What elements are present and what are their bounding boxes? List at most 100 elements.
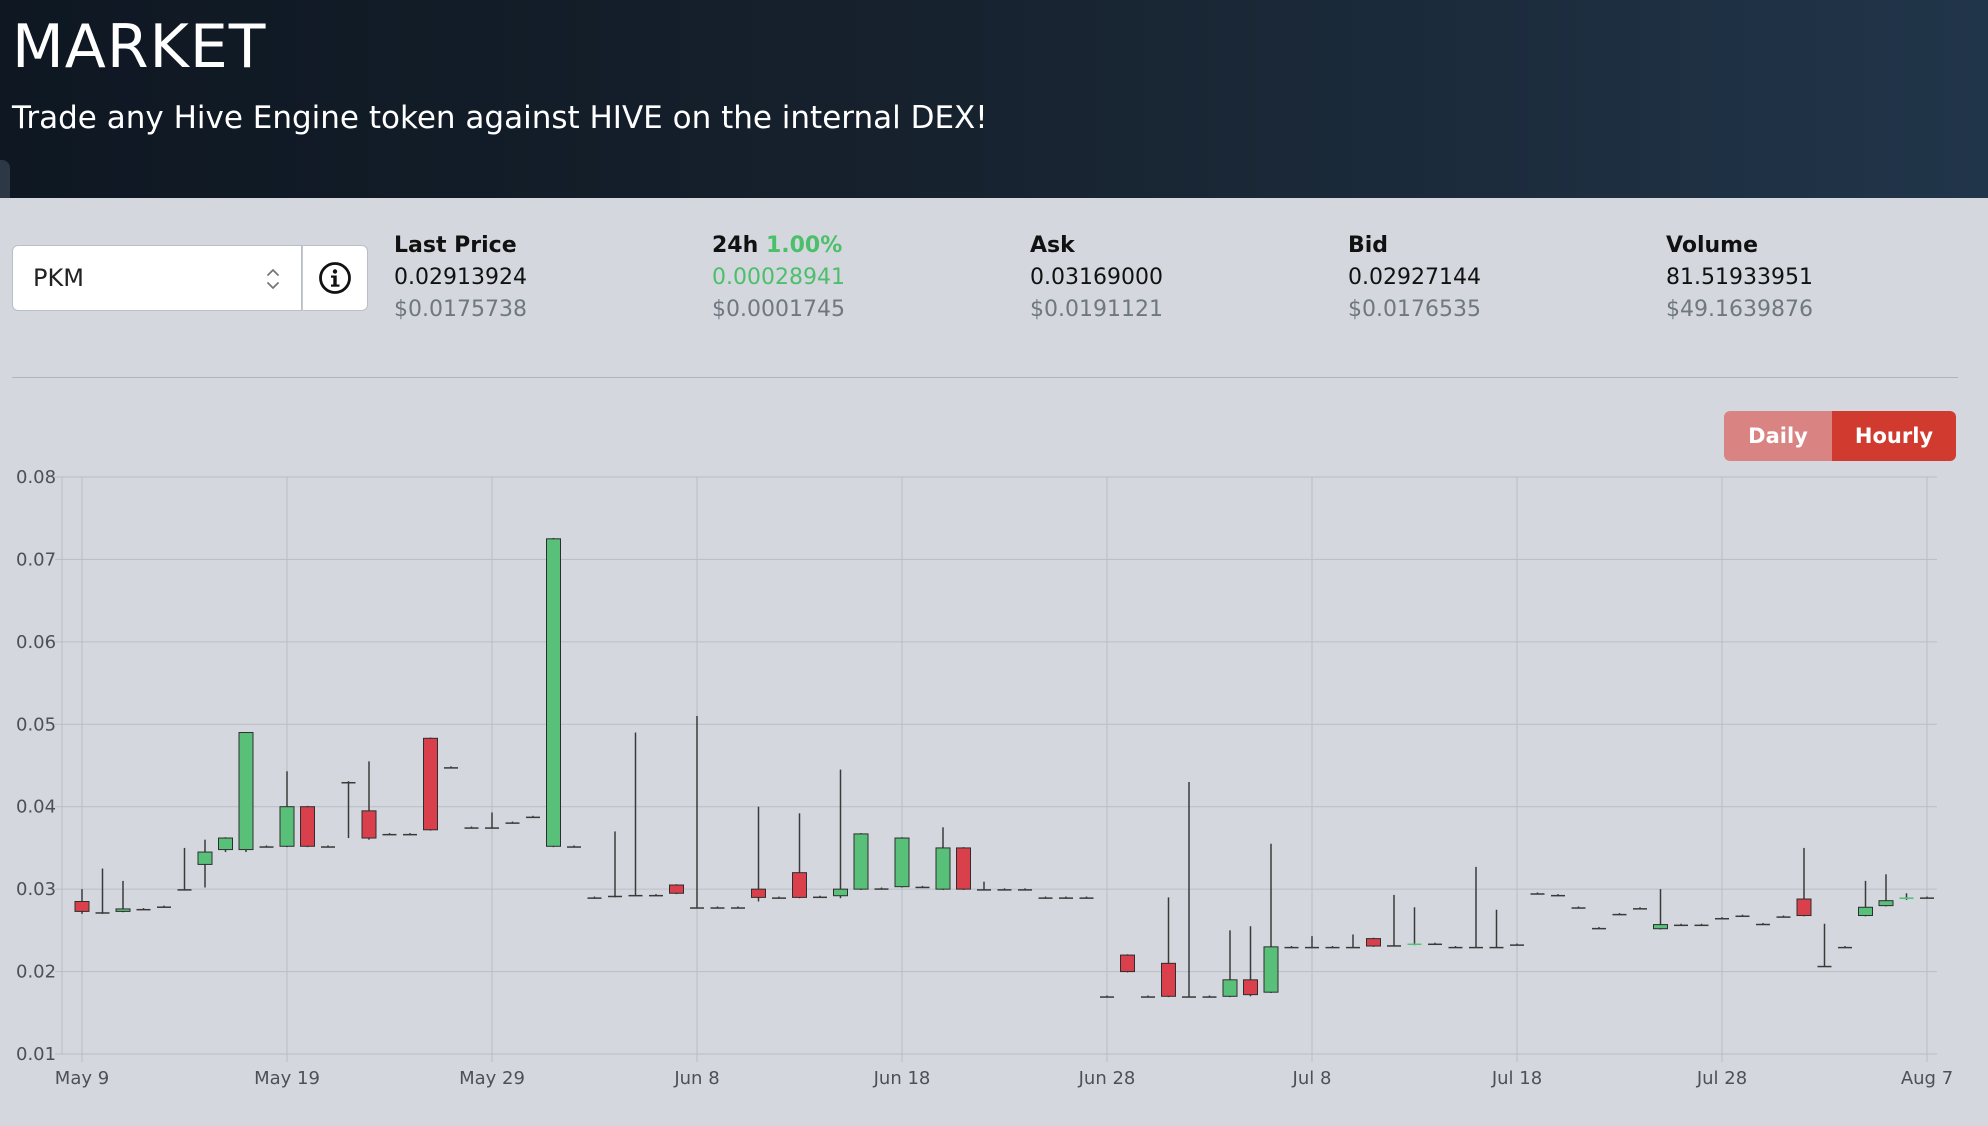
stat-label: Bid [1348,233,1389,258]
candle-body [382,833,397,836]
candle-body [751,888,766,898]
y-tick-label: 0.01 [16,1044,56,1065]
candle [1817,923,1832,968]
candle-body [792,872,807,898]
candle [1530,892,1545,895]
candle-body [1715,917,1729,920]
candle-body [177,889,192,891]
candle [1202,995,1217,998]
candle [1571,906,1586,909]
candle [95,868,110,914]
hourly-button[interactable]: Hourly [1832,411,1956,461]
candle-body [1796,898,1812,917]
candle-body [690,907,704,909]
candle [218,837,233,853]
candle-body [1284,946,1299,949]
candle-body [526,816,540,819]
candle-body [1653,924,1668,930]
candle [894,837,910,888]
candle-body [1182,996,1196,998]
section-divider [12,377,1958,378]
candle [1059,896,1073,899]
candle [772,896,786,899]
candle [1838,946,1852,949]
candle [382,833,397,836]
x-tick-label: Jun 18 [873,1068,931,1089]
candle [1756,922,1770,926]
stat-label: Ask [1030,233,1075,258]
candle [1694,923,1709,927]
candle [259,845,274,848]
candle [792,813,807,899]
candle [1263,843,1279,994]
candle [1858,880,1873,917]
candle [115,880,131,913]
candle-body [1325,946,1340,949]
candle [279,771,295,848]
stat-24h-change: 24h 1.00% 0.00028941 $0.0001745 [712,230,845,326]
page-header: MARKET Trade any Hive Engine token again… [0,0,1988,198]
x-tick-label: May 9 [55,1068,109,1089]
stat-usd: $49.1639876 [1666,297,1813,322]
y-axis: 0.01 0.02 0.03 0.04 0.05 0.06 0.07 0.08 [16,467,63,1065]
candle [956,847,971,890]
candle-body [956,847,971,890]
candle-body [710,907,725,909]
candle [1428,942,1442,946]
candle-body [1674,924,1688,927]
candle [813,895,827,899]
candle [690,716,704,909]
candle [1899,893,1914,900]
candle-body [403,833,417,836]
stat-usd: $0.0001745 [712,297,845,322]
candle-body [218,837,233,851]
candle [1387,894,1401,947]
candle-body [1366,938,1381,947]
candle-body [1018,889,1032,891]
stat-ask: Ask 0.03169000 $0.0191121 [1030,230,1163,326]
y-tick-label: 0.08 [16,467,56,488]
x-tick-label: Jul 8 [1292,1068,1332,1089]
candle-body [874,888,889,890]
candle-body [1428,943,1442,946]
candle-body [300,806,315,847]
chart-grid [62,476,1937,1055]
page-title: MARKET [12,12,267,82]
stat-bid: Bid 0.02927144 $0.0176535 [1348,230,1481,326]
candle-body [238,732,254,851]
candle-body [1878,900,1894,907]
candle-body [772,897,786,899]
candle-body [1469,946,1483,949]
interval-toggle: Daily Hourly [1724,411,1956,461]
candle [1100,995,1114,998]
candle-body [1387,945,1401,947]
candle [1674,923,1688,927]
candle [751,806,766,902]
candle [444,766,458,769]
candle-body [1571,907,1586,909]
stat-value: 0.00028941 [712,265,845,290]
y-tick-label: 0.07 [16,549,56,570]
candle [1182,781,1196,998]
candle-body [977,889,991,891]
daily-button[interactable]: Daily [1724,411,1832,461]
candle [1551,894,1565,897]
token-info-button[interactable] [302,245,368,311]
candle-body [1161,962,1176,997]
candle-body [587,897,602,899]
candle-body [1038,897,1053,899]
token-select[interactable]: PKM [12,245,302,311]
candle [1407,907,1422,946]
candle [546,537,561,848]
candle-body [444,767,458,769]
candle-body [649,894,663,897]
candle-body [1838,946,1852,949]
candle-body [464,827,479,829]
candle [1469,866,1483,949]
candle [1796,847,1812,917]
candle-body [608,895,622,898]
x-tick-label: May 29 [459,1068,525,1089]
candle-body [1530,893,1545,895]
stat-value: 81.51933951 [1666,265,1813,290]
candle-body [321,846,335,848]
